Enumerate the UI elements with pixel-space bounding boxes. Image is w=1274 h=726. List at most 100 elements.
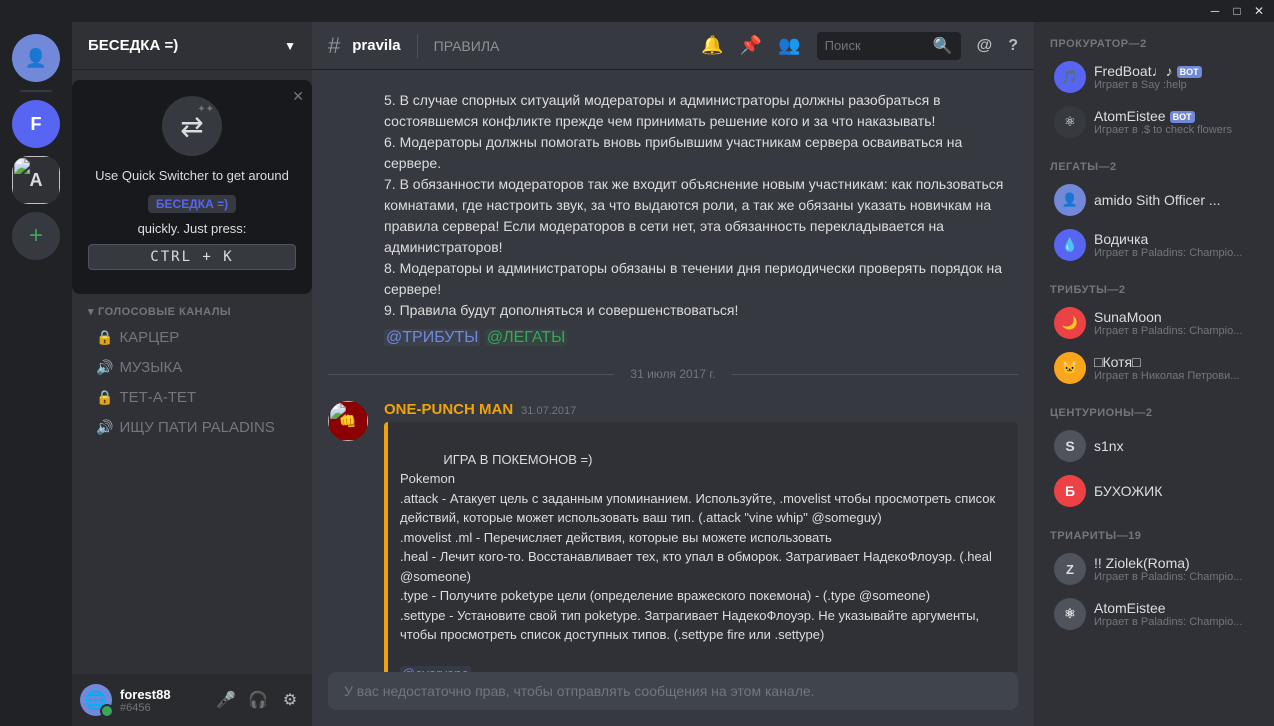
section-prokurator: ПРОКУРАТОР—2 🎵 FredBoat♩♪BOT Играет в Sa… [1034,22,1274,144]
pin-icon[interactable]: 📌 [740,35,762,56]
opm-embed: ИГРА В ПОКЕМОНОВ =) Pokemon .attack - Ат… [384,422,1018,672]
vodichka-name: Водичка [1094,231,1258,247]
header-divider [417,34,418,58]
bot2-status: Играет в .$ to check flowers [1094,124,1258,136]
maximize-button[interactable]: □ [1230,4,1244,18]
quick-switcher-close[interactable]: ✕ [292,88,304,105]
quick-switcher-title: Use Quick Switcher to get around [88,168,296,183]
bot2-name: AtomEisteeBOT [1094,108,1258,124]
app: ─ □ ✕ 👤 F A + БЕСЕДКА =) ▼ [0,0,1274,726]
kotya-name: □Котя□ [1094,354,1258,370]
user-area: 🌐 forest88 #6456 🎤 🎧 ⚙ [72,674,312,726]
qs-server-label: БЕСЕДКА =) [148,195,236,213]
section-legaty: ЛЕГАТЫ—2 👤 amido Sith Officer ... 💧 Води… [1034,145,1274,267]
content-area: # pravila ПРАВИЛА 🔔 📌 👥 🔍 @ ? [312,22,1034,726]
right-sidebar: ПРОКУРАТОР—2 🎵 FredBoat♩♪BOT Играет в Sa… [1034,22,1274,726]
opm-author: ONE-PUNCH MAN [384,401,513,418]
member-amido[interactable]: 👤 amido Sith Officer ... [1042,178,1266,222]
at-icon[interactable]: @ [977,37,993,55]
sunamoon-name: SunaMoon [1094,309,1258,325]
voice-icon: 🔒 [96,329,113,346]
atom-name: AtomEistee [1094,600,1258,616]
qs-kbd: CTRL + K [88,244,296,270]
atom-avatar: ⚛ [1054,598,1086,630]
server-icon-a[interactable]: A [12,156,60,204]
section-header-centurions: ЦЕНТУРИОНЫ—2 [1034,391,1274,423]
tributes-mention[interactable]: @ТРИБУТЫ [384,329,480,346]
member-bot2[interactable]: ⚛ AtomEisteeBOT Играет в .$ to check flo… [1042,100,1266,144]
member-atom[interactable]: ⚛ AtomEistee Играет в Paladins: Champio.… [1042,592,1266,636]
member-ziolek[interactable]: Z !! Ziolek(Roma) Играет в Paladins: Cha… [1042,547,1266,591]
rules-message: 5. В случае спорных ситуаций модераторы … [312,86,1034,351]
message-opm-july: 👊 ONE-PUNCH MAN 31.07.2017 ИГРА В ПОКЕМО… [312,397,1034,672]
channel-header-icons: 🔔 📌 👥 🔍 @ ? [701,32,1018,60]
mute-button[interactable]: 🎤 [212,686,240,714]
legaty-mention[interactable]: @ЛЕГАТЫ [485,329,567,346]
member-buhozhik[interactable]: Б БУХОЖИК [1042,469,1266,513]
message-input [344,683,1002,699]
voice-channel-tet[interactable]: 🔒 ТЕТ-А-ТЕТ [80,383,304,412]
fredboat-name: FredBoat♩♪BOT [1094,63,1258,79]
opm-avatar-icon: 👊 [339,413,356,430]
search-box[interactable]: 🔍 [817,32,961,60]
voice-channel-muzyka[interactable]: 🔊 МУЗЫКА [80,353,304,382]
server-icon-f[interactable]: F [12,100,60,148]
bell-icon[interactable]: 🔔 [701,35,723,56]
sunamoon-info: SunaMoon Играет в Paladins: Champio... [1094,309,1258,337]
server-icon-add[interactable]: + [12,212,60,260]
server-name-label: БЕСЕДКА =) [88,37,178,54]
section-header-legaty: ЛЕГАТЫ—2 [1034,145,1274,177]
ziolek-avatar: Z [1054,553,1086,585]
opm-embed-text: ИГРА В ПОКЕМОНОВ =) Pokemon .attack - Ат… [400,452,999,643]
member-s1nx[interactable]: S s1nx [1042,424,1266,468]
qs-text: quickly. Just press: [88,221,296,236]
message-box [328,672,1018,710]
add-server-icon: + [29,222,43,250]
buhozhik-avatar: Б [1054,475,1086,507]
atom-info: AtomEistee Играет в Paladins: Champio... [1094,600,1258,628]
voice-channel-name-muzyka: МУЗЫКА [119,359,182,376]
section-tributary: ТРИБУТЫ—2 🌙 SunaMoon Играет в Paladins: … [1034,268,1274,390]
server-icon-dms[interactable]: 👤 [12,34,60,82]
settings-button[interactable]: ⚙ [276,686,304,714]
opm-everyone-mention[interactable]: @everyone [400,666,471,672]
voice-channels-label: ГОЛОСОВЫЕ КАНАЛЫ [98,306,231,318]
member-kotya[interactable]: 🐱 □Котя□ Играет в Николая Петрови... [1042,346,1266,390]
minimize-button[interactable]: ─ [1208,4,1222,18]
sunamoon-avatar: 🌙 [1054,307,1086,339]
mentions-line: @ТРИБУТЫ @ЛЕГАТЫ [384,329,1018,347]
opm-message-header: ONE-PUNCH MAN 31.07.2017 [384,401,1018,418]
bot-badge: BOT [1177,66,1202,78]
opm-avatar: 👊 [328,401,368,441]
kotya-avatar: 🐱 [1054,352,1086,384]
search-input[interactable] [825,38,925,53]
channel-sidebar: БЕСЕДКА =) ▼ ✕ ⇄ ✦✦ Use Quick Switcher t… [72,22,312,726]
section-centurions: ЦЕНТУРИОНЫ—2 S s1nx Б БУХОЖИК [1034,391,1274,513]
members-icon[interactable]: 👥 [778,35,800,56]
voice-channel-pati[interactable]: 🔊 ИЩУ ПАТИ PALADINS [80,413,304,442]
user-avatar-icon: 🌐 [85,690,107,711]
voice-icon-pati: 🔊 [96,419,113,436]
atom-status: Играет в Paladins: Champio... [1094,616,1258,628]
dm-icon: 👤 [25,48,47,69]
user-info: forest88 #6456 [120,687,204,714]
vodichka-status: Играет в Paladins: Champio... [1094,247,1258,259]
buhozhik-name: БУХОЖИК [1094,483,1258,499]
server-divider [20,90,52,92]
buhozhik-info: БУХОЖИК [1094,483,1258,499]
messages-area: 5. В случае спорных ситуаций модераторы … [312,70,1034,672]
vodichka-avatar: 💧 [1054,229,1086,261]
message-box-area [312,672,1034,726]
member-fredboat[interactable]: 🎵 FredBoat♩♪BOT Играет в Say :help [1042,55,1266,99]
server-name-bar[interactable]: БЕСЕДКА =) ▼ [72,22,312,70]
help-icon[interactable]: ? [1008,37,1018,55]
member-vodichka[interactable]: 💧 Водичка Играет в Paladins: Champio... [1042,223,1266,267]
voice-channel-karcer[interactable]: 🔒 КАРЦЕР [80,323,304,352]
close-button[interactable]: ✕ [1252,4,1266,18]
section-header-tributary: ТРИБУТЫ—2 [1034,268,1274,300]
user-discriminator: #6456 [120,702,204,714]
date-july31: 31 июля 2017 г. [630,367,715,381]
deafen-button[interactable]: 🎧 [244,686,272,714]
member-sunamoon[interactable]: 🌙 SunaMoon Играет в Paladins: Champio... [1042,301,1266,345]
kotya-status: Играет в Николая Петрови... [1094,370,1258,382]
